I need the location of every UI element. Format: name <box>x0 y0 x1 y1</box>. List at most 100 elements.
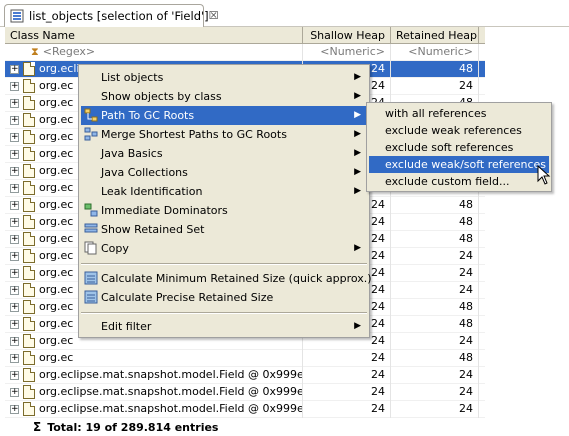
copy-icon <box>84 241 98 255</box>
submenu-item-exclude-custom-field[interactable]: exclude custom field... <box>369 173 549 190</box>
column-header-shallow-heap[interactable]: Shallow Heap <box>303 27 391 43</box>
expand-icon[interactable]: + <box>10 336 19 346</box>
menu-item-java-basics[interactable]: Java Basics ▶ <box>81 144 367 163</box>
class-name-label: org.ec <box>39 283 74 296</box>
expand-icon[interactable]: + <box>10 251 19 261</box>
filter-icon: ⧗ <box>31 45 39 58</box>
expand-icon[interactable]: + <box>10 302 19 312</box>
object-icon <box>23 130 35 144</box>
retained-heap-cell: 48 <box>391 315 479 333</box>
object-icon <box>23 181 35 195</box>
submenu-item-exclude-weak[interactable]: exclude weak references <box>369 122 549 139</box>
table-row[interactable]: + org.ec 2448 <box>5 349 485 367</box>
retained-heap-cell: 48 <box>391 230 479 248</box>
retained-filter[interactable]: <Numeric> <box>391 43 479 61</box>
menu-item-label: Leak Identification <box>101 185 203 198</box>
expand-icon[interactable]: + <box>10 98 19 108</box>
submenu-arrow-icon: ▶ <box>354 167 361 177</box>
menu-item-label: Calculate Minimum Retained Size (quick a… <box>101 272 372 285</box>
expand-icon[interactable]: + <box>10 387 19 397</box>
table-row[interactable]: + org.eclipse.mat.snapshot.model.Field @ … <box>5 383 485 401</box>
menu-item-calc-min-retained[interactable]: Calculate Minimum Retained Size (quick a… <box>81 269 372 288</box>
table-row[interactable]: +org.eclipse.mat.snapshot.model.Field @ … <box>5 366 485 384</box>
mouse-cursor-icon <box>537 165 551 185</box>
submenu-item-exclude-weak-soft[interactable]: exclude weak/soft references <box>369 156 549 173</box>
menu-item-label: Immediate Dominators <box>101 204 228 217</box>
menu-item-show-retained-set[interactable]: Show Retained Set <box>81 220 367 239</box>
object-icon <box>23 317 35 331</box>
expand-icon[interactable]: + <box>10 183 19 193</box>
retained-heap-cell: 24 <box>391 383 479 401</box>
class-name-label: org.eclipse.mat.snapshot.model.Field @ 0… <box>39 385 303 398</box>
expand-icon[interactable]: + <box>10 115 19 125</box>
tab-list-objects[interactable]: list_objects [selection of 'Field'] ☒ <box>4 4 219 27</box>
menu-item-path-to-gc-roots[interactable]: Path To GC Roots ▶ <box>81 106 367 125</box>
column-header-class-name[interactable]: Class Name <box>5 27 303 43</box>
object-icon <box>23 249 35 263</box>
expand-icon[interactable]: + <box>10 217 19 227</box>
object-icon <box>23 96 35 110</box>
class-name-label: org.ec <box>39 96 74 109</box>
expand-icon[interactable]: + <box>10 404 19 414</box>
class-name-label: org.ec <box>39 164 74 177</box>
expand-icon[interactable]: + <box>10 200 19 210</box>
menu-item-show-objects-by-class[interactable]: Show objects by class ▶ <box>81 87 367 106</box>
merge-paths-icon <box>84 127 98 141</box>
submenu-arrow-icon: ▶ <box>354 91 361 101</box>
total-row: Σ Total: 19 of 289.814 entries <box>5 418 485 436</box>
object-icon <box>23 62 35 76</box>
menu-item-immediate-dominators[interactable]: Immediate Dominators <box>81 201 367 220</box>
object-icon <box>23 232 35 246</box>
column-header-retained-heap[interactable]: Retained Heap <box>391 27 479 43</box>
menu-item-calc-precise-retained[interactable]: Calculate Precise Retained Size <box>81 288 367 307</box>
menu-item-copy[interactable]: Copy ▶ <box>81 239 367 258</box>
regex-filter[interactable]: <Regex> <box>43 44 95 60</box>
expand-icon[interactable]: + <box>10 234 19 244</box>
table-row[interactable]: +org.eclipse.mat.snapshot.model.Field @ … <box>5 400 485 418</box>
class-name-label: org.ec <box>39 334 74 347</box>
menu-item-label: Copy <box>101 242 129 255</box>
submenu-arrow-icon: ▶ <box>354 148 361 158</box>
expand-icon[interactable]: + <box>10 319 19 329</box>
expand-icon[interactable]: + <box>10 81 19 91</box>
expand-icon[interactable]: + <box>10 353 19 363</box>
object-icon <box>23 198 35 212</box>
path-to-gc-roots-submenu: with all references exclude weak referen… <box>366 102 552 192</box>
class-name-label: org.ec <box>39 317 74 330</box>
menu-item-leak-identification[interactable]: Leak Identification ▶ <box>81 182 367 201</box>
menu-item-label: Show objects by class <box>101 90 222 103</box>
object-icon <box>23 402 35 416</box>
retained-heap-cell: 24 <box>391 332 479 350</box>
submenu-arrow-icon: ▶ <box>354 243 361 253</box>
expand-icon[interactable]: + <box>10 64 19 74</box>
class-name-label: org.ec <box>39 130 74 143</box>
expand-icon[interactable]: + <box>10 370 19 380</box>
retained-heap-cell: 48 <box>391 60 479 78</box>
class-name-label: org.ec <box>39 351 74 364</box>
object-icon <box>23 368 35 382</box>
submenu-item-exclude-soft[interactable]: exclude soft references <box>369 139 549 156</box>
menu-item-merge-shortest-paths[interactable]: Merge Shortest Paths to GC Roots ▶ <box>81 125 367 144</box>
object-icon <box>23 266 35 280</box>
expand-icon[interactable]: + <box>10 149 19 159</box>
expand-icon[interactable]: + <box>10 166 19 176</box>
object-icon <box>23 147 35 161</box>
shallow-filter[interactable]: <Numeric> <box>303 43 391 61</box>
class-name-label: org.ec <box>39 198 74 211</box>
expand-icon[interactable]: + <box>10 285 19 295</box>
menu-item-label: Merge Shortest Paths to GC Roots <box>101 128 287 141</box>
menu-item-java-collections[interactable]: Java Collections ▶ <box>81 163 367 182</box>
menu-item-list-objects[interactable]: List objects ▶ <box>81 68 367 87</box>
submenu-item-with-all-references[interactable]: with all references <box>369 105 549 122</box>
object-icon <box>23 283 35 297</box>
submenu-arrow-icon: ▶ <box>354 321 361 331</box>
filter-row[interactable]: ⧗ <Regex> <Numeric> <Numeric> <box>5 43 485 61</box>
expand-icon[interactable]: + <box>10 132 19 142</box>
close-icon[interactable]: ☒ <box>209 10 219 22</box>
menu-item-label: Edit filter <box>101 320 152 333</box>
class-name-cell: + org.ec <box>5 349 303 367</box>
shallow-heap-cell: 24 <box>303 366 391 384</box>
submenu-arrow-icon: ▶ <box>354 72 361 82</box>
menu-item-edit-filter[interactable]: Edit filter ▶ <box>81 317 367 336</box>
expand-icon[interactable]: + <box>10 268 19 278</box>
